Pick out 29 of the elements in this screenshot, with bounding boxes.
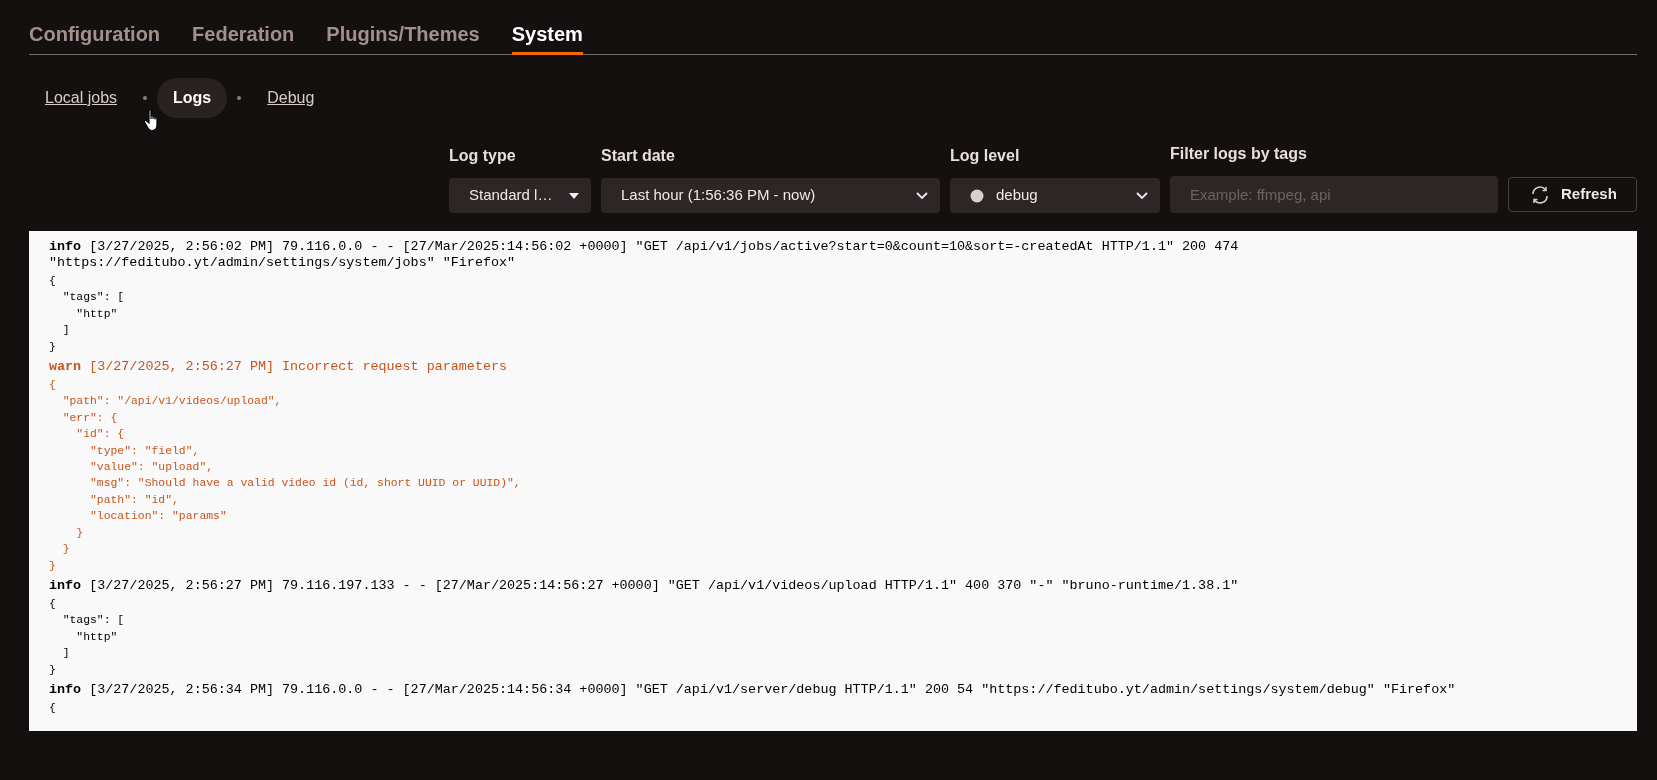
filter-label: Filter logs by tags — [1170, 144, 1308, 164]
log-entry-header: warn [3/27/2025, 2:56:27 PM] Incorrect request parameters — [49, 359, 509, 376]
filter-label: Log type — [449, 146, 517, 166]
log-entry-json: { "tags": [ "http" ] } — [49, 274, 126, 355]
tab[interactable]: Federation — [192, 18, 295, 55]
subnav-link[interactable]: Debug — [251, 78, 331, 118]
filter-label: Start date — [601, 146, 676, 166]
log-entry-header: info [3/27/2025, 2:56:34 PM] 79.116.0.0 - - [27/Mar/2025:14:56:34 +0000] "GET /api/v1/server/debug HTTP/1.1" 200 54 "https://feditubo.yt/admin/settings/system/debug" "Firefox" — [49, 681, 1457, 698]
caret-icon — [916, 191, 928, 200]
subnav-link[interactable]: Local jobs — [29, 78, 134, 118]
tab[interactable]: Plugins/Themes — [326, 18, 480, 55]
log-entry-json: { "path": "/api/v1/videos/upload", "err": { "id": { "type": "field", "value": "upload", "msg": "Should have a valid video id (id, short UUID or UUID)", "path": "id", "location": "params" } } } — [49, 378, 522, 574]
caret-icon — [1136, 191, 1148, 200]
refresh-icon — [1529, 184, 1551, 205]
log-entry-header: info [3/27/2025, 2:56:27 PM] 79.116.197.133 - - [27/Mar/2025:14:56:27 +0000] "GET /api/v1/videos/upload HTTP/1.1" 400 370 "-" "bruno-runtime/1.38.1" — [49, 577, 1240, 594]
caret-icon — [569, 192, 579, 199]
log-type-select[interactable]: Standard l… — [449, 178, 591, 213]
subnav-link[interactable]: Logs — [157, 78, 228, 118]
tags-input[interactable]: Example: ffmpeg, api — [1170, 176, 1498, 213]
tab[interactable]: Configuration — [29, 18, 161, 55]
log-entry-header: info [3/27/2025, 2:56:02 PM] 79.116.0.0 - - [27/Mar/2025:14:56:02 +0000] "GET /api/v1/jobs/active?start=0&count=10&sort=-createdAt HTTP/1.1" 200 474 "https://feditubo.yt/admin/settings/system/jobs" "Firefox" — [49, 239, 1240, 271]
tab[interactable]: System — [511, 18, 583, 55]
filter-label: Log level — [950, 146, 1021, 166]
log-entry-json: { — [49, 700, 57, 716]
level-dot-icon — [970, 188, 984, 203]
refresh-button[interactable]: Refresh — [1508, 177, 1637, 212]
log-level-select[interactable]: debug — [950, 178, 1160, 213]
start-date-select[interactable]: Last hour (1:56:36 PM - now) — [601, 178, 940, 213]
log-entry-json: { "tags": [ "http" ] } — [49, 596, 126, 678]
